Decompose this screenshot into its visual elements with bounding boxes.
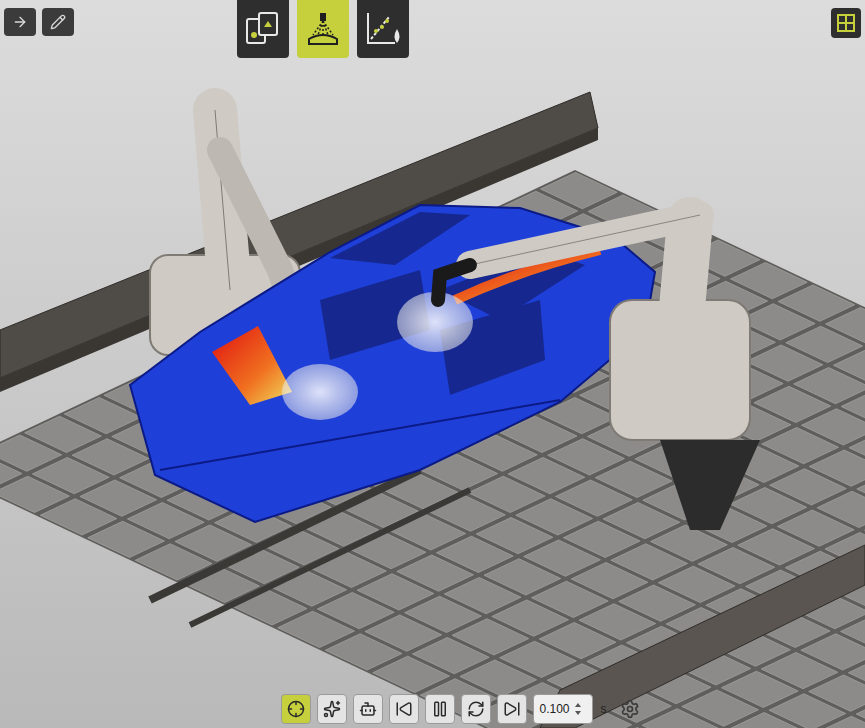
mode-tab[interactable] (237, 0, 289, 58)
target-icon (287, 700, 305, 718)
toolbar-button[interactable] (497, 694, 527, 724)
loop-icon (467, 700, 485, 718)
mode-tabs (237, 0, 409, 58)
top-left-tools (4, 8, 74, 36)
toolbar-button[interactable] (389, 694, 419, 724)
edit-icon (50, 14, 66, 30)
setup-icon (243, 9, 283, 49)
layout-button[interactable] (831, 8, 861, 38)
chart-icon (363, 9, 403, 49)
floor-platform (0, 170, 865, 728)
simulation-viewport[interactable] (0, 0, 865, 728)
time-step-field[interactable]: 0.100 (533, 694, 593, 724)
mode-tab[interactable] (297, 0, 349, 58)
bottom-toolbar: 0.100 s (0, 694, 865, 724)
toolbar-button[interactable] (461, 694, 491, 724)
spray-icon (303, 9, 343, 49)
grid-icon (836, 13, 856, 33)
gear-icon (620, 699, 640, 719)
tool-button[interactable] (4, 8, 36, 36)
right-robot[interactable] (438, 215, 760, 530)
skip-forward-icon (503, 700, 521, 718)
toolbar-button[interactable] (317, 694, 347, 724)
tool-button[interactable] (42, 8, 74, 36)
top-bar (0, 0, 865, 58)
paint-thickness-hood (212, 326, 292, 405)
time-step-unit: s (599, 700, 609, 718)
time-step-value: 0.100 (540, 700, 570, 718)
skip-back-icon (395, 700, 413, 718)
toolbar-button[interactable] (353, 694, 383, 724)
toolbar-button[interactable] (425, 694, 455, 724)
app-window: 0.100 s (0, 0, 865, 728)
spark-icon (323, 700, 341, 718)
spinner-icon[interactable] (574, 701, 582, 717)
spray-cone (282, 364, 358, 420)
pause-icon (431, 700, 449, 718)
toolbar-button[interactable] (281, 694, 311, 724)
mode-tab[interactable] (357, 0, 409, 58)
robot-icon (359, 700, 377, 718)
settings-button[interactable] (615, 694, 645, 724)
forward-icon (12, 14, 28, 30)
